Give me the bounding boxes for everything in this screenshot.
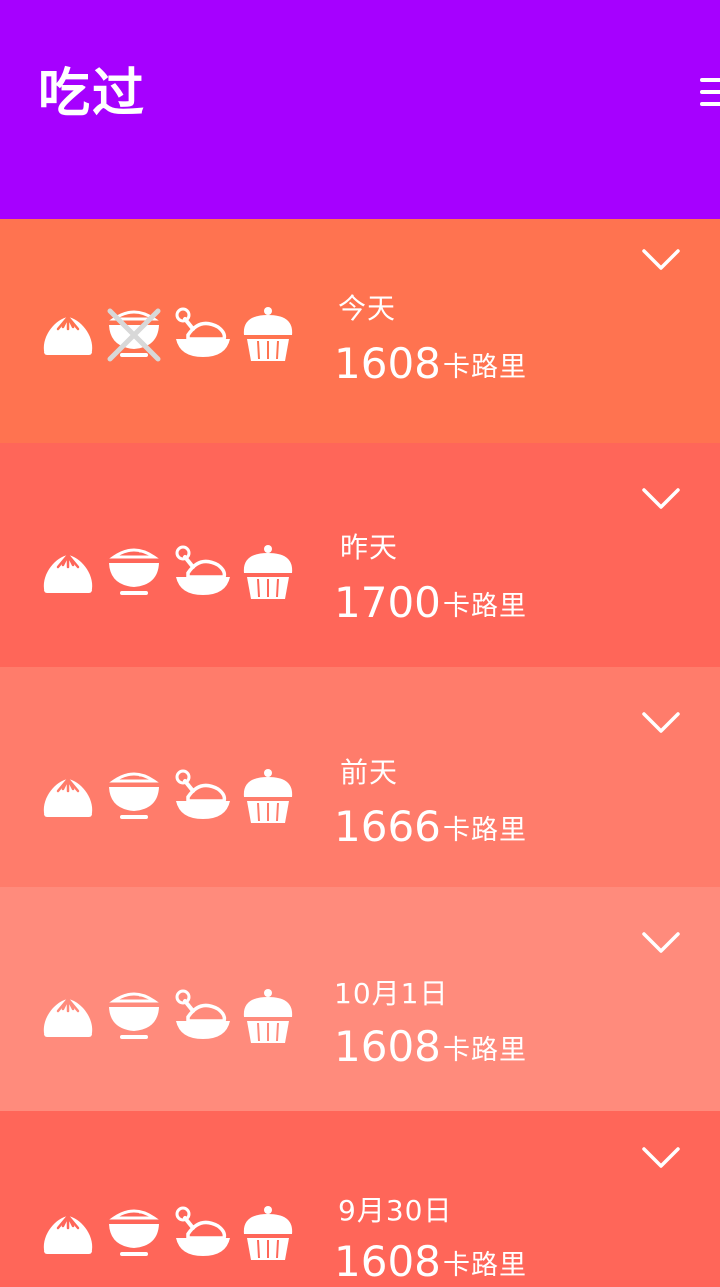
chicken-icon xyxy=(175,307,230,357)
rice-bowl-crossed-icon xyxy=(107,308,161,362)
cupcake-icon xyxy=(243,545,293,599)
calorie-value: 1666 xyxy=(334,802,441,851)
bun-icon xyxy=(43,553,93,593)
rice-bowl-icon xyxy=(109,548,159,595)
day-label: 10月1日 xyxy=(334,977,449,1010)
chevron-down-icon[interactable] xyxy=(642,712,680,734)
cupcake-icon xyxy=(243,1206,293,1260)
chevron-down-icon[interactable] xyxy=(642,932,680,954)
chicken-icon xyxy=(175,989,230,1039)
day-label: 昨天 xyxy=(340,531,399,564)
cupcake-icon xyxy=(243,769,293,823)
page-title: 吃过 xyxy=(38,64,147,124)
chicken-icon xyxy=(175,545,230,595)
rice-bowl-icon xyxy=(109,1209,159,1256)
meal-icons xyxy=(40,1204,300,1264)
chicken-icon xyxy=(175,769,230,819)
app-header: 吃过 xyxy=(0,0,720,219)
calorie-unit: 卡路里 xyxy=(443,591,527,622)
day-label: 今天 xyxy=(338,292,397,325)
bun-icon xyxy=(43,315,93,355)
day-card[interactable]: 10月1日 1608 卡路里 xyxy=(0,887,720,1111)
rice-bowl-icon xyxy=(109,992,159,1039)
meal-icons xyxy=(40,543,300,603)
calorie-unit: 卡路里 xyxy=(443,1250,527,1281)
calorie-value: 1608 xyxy=(334,339,441,388)
day-card[interactable]: 昨天 1700 卡路里 xyxy=(0,443,720,667)
cupcake-icon xyxy=(243,989,293,1043)
bun-icon xyxy=(43,997,93,1037)
day-label: 前天 xyxy=(340,756,399,789)
calorie-value: 1700 xyxy=(334,578,441,627)
rice-bowl-icon xyxy=(109,772,159,819)
chevron-down-icon[interactable] xyxy=(642,1147,680,1169)
chicken-icon xyxy=(175,1206,230,1256)
calorie-value: 1608 xyxy=(334,1022,441,1071)
chevron-down-icon[interactable] xyxy=(642,249,680,271)
day-card[interactable]: 今天 1608 卡路里 xyxy=(0,219,720,443)
bun-icon xyxy=(43,777,93,817)
chevron-down-icon[interactable] xyxy=(642,488,680,510)
meal-icons xyxy=(40,305,300,365)
day-card[interactable]: 9月30日 1608 卡路里 xyxy=(0,1111,720,1286)
menu-icon[interactable] xyxy=(700,78,720,112)
meal-icons xyxy=(40,767,300,827)
day-card[interactable]: 前天 1666 卡路里 xyxy=(0,667,720,887)
calorie-unit: 卡路里 xyxy=(443,1035,527,1066)
calorie-unit: 卡路里 xyxy=(443,815,527,846)
meal-icons xyxy=(40,987,300,1047)
bun-icon xyxy=(43,1214,93,1254)
cupcake-icon xyxy=(243,307,293,361)
day-label: 9月30日 xyxy=(338,1194,453,1227)
calorie-unit: 卡路里 xyxy=(443,352,527,383)
